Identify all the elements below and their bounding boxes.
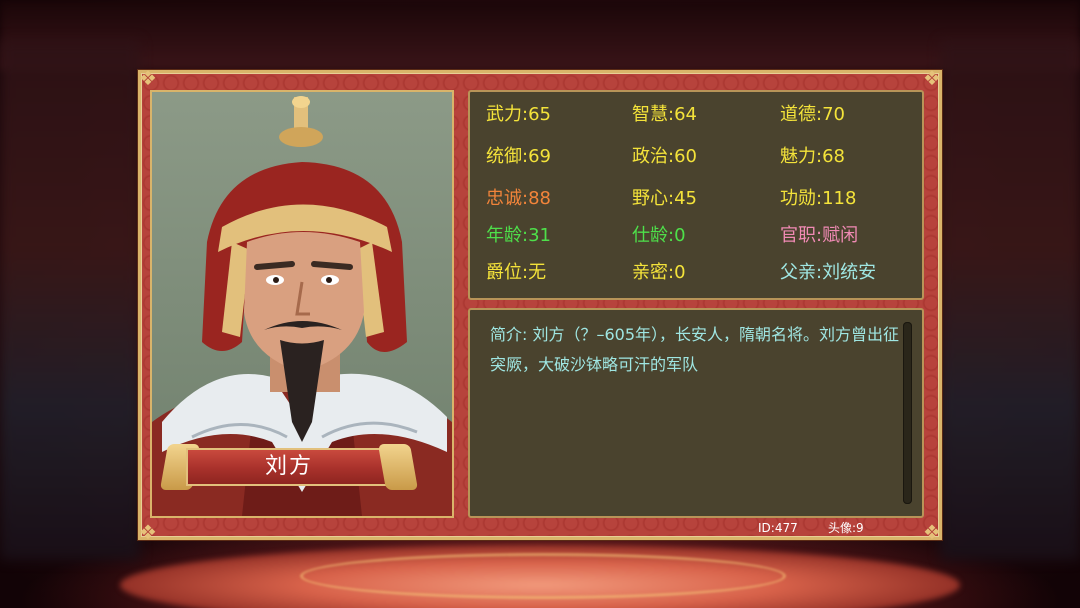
background-right-pillar	[940, 40, 1080, 560]
stat-merit: 功勋:118	[780, 188, 857, 209]
stats-box: 武力:65 智慧:64 道德:70 统御:69 政治:60 魅力:68 忠诚:8…	[468, 90, 924, 300]
stat-politics: 政治:60	[632, 146, 697, 167]
ornament-corner-icon: ❖	[139, 520, 157, 544]
bio-text: 简介: 刘方（？–605年），长安人，隋朝名将。刘方曾出征突厥，大破沙钵略可汗的…	[490, 325, 900, 374]
stat-ambition: 野心:45	[632, 188, 697, 209]
stat-intimacy: 亲密:0	[632, 262, 686, 283]
stat-father[interactable]: 父亲:刘统安	[780, 262, 876, 284]
ornament-corner-icon: ❖	[139, 66, 157, 90]
stat-rank: 爵位:无	[486, 262, 547, 283]
character-name: 刘方	[264, 454, 313, 479]
name-plate: 刘方	[159, 442, 419, 492]
ornament-corner-icon: ❖	[923, 520, 941, 544]
stat-intelligence: 智慧:64	[632, 104, 697, 125]
game-scene: ❖ ❖ ❖ ❖ 刘方 武力:65 智慧:64 道德:70 统御:69 政治:60…	[0, 0, 1080, 608]
stat-force: 武力:65	[486, 104, 551, 125]
stat-office: 官职:赋闲	[780, 225, 859, 246]
avatar-number: 头像:9	[828, 521, 864, 535]
character-id: ID:477	[758, 521, 798, 535]
background-left-pillar	[0, 40, 140, 560]
bio-scrollbar[interactable]	[903, 322, 912, 504]
stat-charisma: 魅力:68	[780, 146, 845, 167]
stat-morality: 道德:70	[780, 104, 845, 125]
stat-age: 年龄:31	[486, 225, 551, 246]
ornament-corner-icon: ❖	[923, 66, 941, 90]
bio-box[interactable]: 简介: 刘方（？–605年），长安人，隋朝名将。刘方曾出征突厥，大破沙钵略可汗的…	[468, 308, 924, 518]
floor-ornament	[300, 553, 786, 599]
background-top	[0, 0, 1080, 70]
stat-leadership: 统御:69	[486, 146, 551, 167]
stat-service-years: 仕龄:0	[632, 225, 686, 246]
stat-loyalty: 忠诚:88	[486, 188, 551, 209]
